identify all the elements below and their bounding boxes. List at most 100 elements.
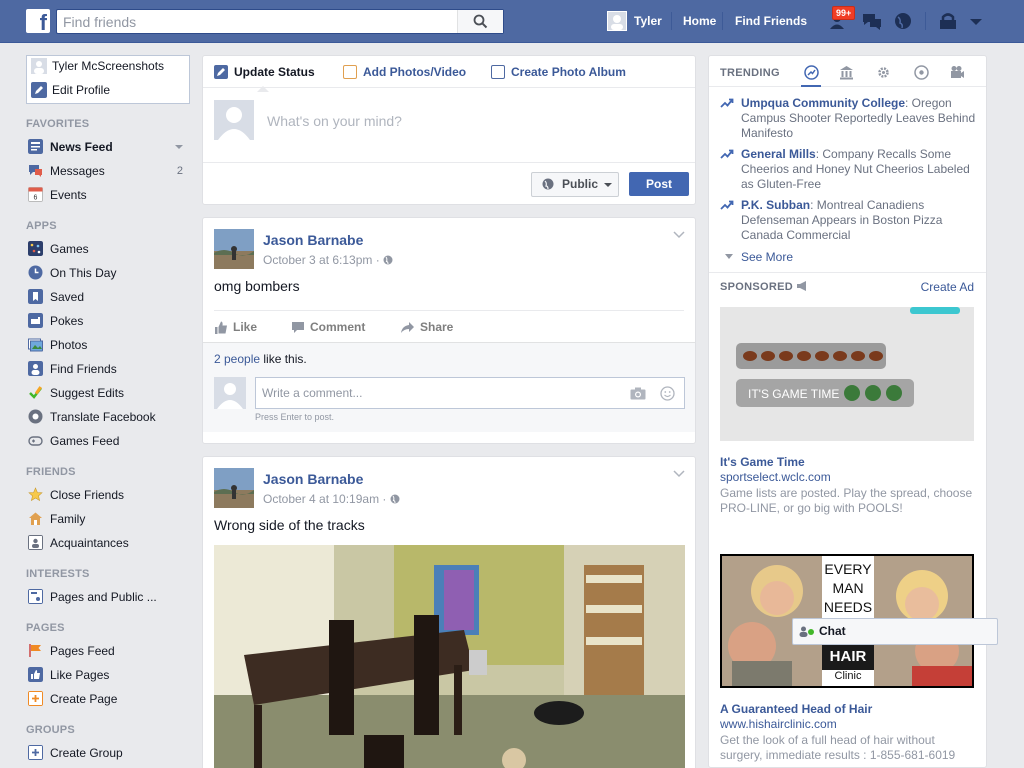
nav-profile-link[interactable]: Tyler <box>634 14 662 28</box>
ad-title[interactable]: A Guaranteed Head of Hair <box>720 702 872 716</box>
trending-item[interactable]: P.K. Subban: Montreal Canadiens Defensem… <box>720 198 978 243</box>
trending-arrow-icon <box>720 200 734 210</box>
favorites-heading: FAVORITES <box>26 118 90 130</box>
comment-button[interactable]: Comment <box>291 320 365 334</box>
trending-arrow-icon <box>720 149 734 159</box>
facebook-logo[interactable]: f <box>26 9 50 33</box>
create-ad-link[interactable]: Create Ad <box>921 280 974 294</box>
action-label: Comment <box>310 320 366 334</box>
sidebar-item-find-friends[interactable]: Find Friends <box>26 357 191 381</box>
chevron-down-icon[interactable] <box>673 470 685 478</box>
chevron-down-icon[interactable] <box>175 145 183 149</box>
sidebar-item-create-group[interactable]: Create Group <box>26 741 191 765</box>
ad-title[interactable]: It's Game Time <box>720 455 805 469</box>
trending-item[interactable]: Umpqua Community College: Oregon Campus … <box>720 96 978 141</box>
sidebar-item-on-this-day[interactable]: On This Day <box>26 261 191 285</box>
chat-tab[interactable]: Chat <box>792 618 998 645</box>
tab-update-status[interactable]: Update Status <box>214 65 315 79</box>
sidebar-item-photos[interactable]: Photos <box>26 333 191 357</box>
search-button[interactable] <box>457 10 503 33</box>
edit-profile-link[interactable]: Edit Profile <box>27 80 189 104</box>
find-friends-icon <box>28 361 43 376</box>
share-button[interactable]: Share <box>400 320 453 334</box>
sidebar-item-messages[interactable]: Messages 2 <box>26 159 191 183</box>
sidebar-item-pages-and-public[interactable]: Pages and Public ... <box>26 585 191 609</box>
post-button[interactable]: Post <box>629 172 689 196</box>
science-tech-icon[interactable] <box>876 65 891 80</box>
album-icon <box>491 65 505 79</box>
ad-image-text: NEEDS <box>823 599 873 615</box>
sidebar-item-label: Acquaintances <box>50 536 129 550</box>
author-name[interactable]: Jason Barnabe <box>263 232 363 248</box>
privacy-shortcuts-icon[interactable] <box>937 11 959 31</box>
trending-item[interactable]: General Mills: Company Recalls Some Chee… <box>720 147 978 192</box>
ad-url[interactable]: sportselect.wclc.com <box>720 470 831 484</box>
pages-feed-icon <box>28 589 43 604</box>
politics-icon[interactable] <box>839 65 854 80</box>
sidebar-item-pages-feed[interactable]: Pages Feed <box>26 639 191 663</box>
sidebar-item-like-pages[interactable]: Like Pages <box>26 663 191 687</box>
ad-image[interactable]: IT'S GAME TIME <box>720 307 974 441</box>
sidebar-item-label: News Feed <box>50 140 113 154</box>
messages-icon[interactable] <box>861 11 883 31</box>
author-name[interactable]: Jason Barnabe <box>263 471 363 487</box>
ad-url[interactable]: www.hishairclinic.com <box>720 717 837 731</box>
sponsored-heading: SPONSORED <box>720 281 808 293</box>
tab-divider <box>203 87 695 88</box>
tab-divider <box>709 86 986 87</box>
poke-icon <box>28 313 43 328</box>
post-timestamp[interactable]: October 4 at 10:19am · <box>263 492 400 506</box>
sidebar-item-pokes[interactable]: Pokes <box>26 309 191 333</box>
sidebar-item-close-friends[interactable]: Close Friends <box>26 483 191 507</box>
sidebar-item-acquaintances[interactable]: Acquaintances <box>26 531 191 555</box>
star-icon <box>28 487 43 502</box>
sponsored-label: SPONSORED <box>720 281 793 293</box>
pages-heading: PAGES <box>26 622 65 634</box>
nav-find-friends-link[interactable]: Find Friends <box>735 14 807 28</box>
likers-link[interactable]: 2 people <box>214 352 260 366</box>
sidebar-item-suggest-edits[interactable]: Suggest Edits <box>26 381 191 405</box>
sidebar-item-label: Suggest Edits <box>50 386 125 400</box>
nav-home-link[interactable]: Home <box>683 14 716 28</box>
sidebar-item-saved[interactable]: Saved <box>26 285 191 309</box>
sidebar-item-create-page[interactable]: Create Page <box>26 687 191 711</box>
tab-create-photo-album[interactable]: Create Photo Album <box>491 65 626 79</box>
author-avatar[interactable] <box>214 229 254 269</box>
sidebar-item-translate-facebook[interactable]: Translate Facebook <box>26 405 191 429</box>
search-input[interactable] <box>57 10 457 33</box>
trending-top-icon[interactable] <box>804 65 819 80</box>
sidebar-item-games-feed[interactable]: Games Feed <box>26 429 191 453</box>
pencil-icon <box>214 65 228 79</box>
left-sidebar: Tyler McScreenshots Edit Profile FAVORIT… <box>26 55 191 765</box>
sidebar-item-family[interactable]: Family <box>26 507 191 531</box>
see-more-link[interactable]: See More <box>725 250 793 264</box>
post-photo[interactable] <box>214 545 685 768</box>
user-avatar[interactable] <box>607 11 627 31</box>
trending-arrow-icon <box>720 98 734 108</box>
status-input[interactable]: What's on your mind? <box>267 113 402 129</box>
post-timestamp[interactable]: October 3 at 6:13pm · <box>263 253 393 267</box>
sports-icon[interactable] <box>914 65 929 80</box>
right-column: TRENDING Umpqua Community College: Orego… <box>708 55 987 768</box>
author-avatar[interactable] <box>214 468 254 508</box>
tab-add-photos-video[interactable]: Add Photos/Video <box>343 65 466 79</box>
sidebar-item-events[interactable]: 6 Events <box>26 183 191 207</box>
sidebar-item-news-feed[interactable]: News Feed <box>26 135 191 159</box>
ad-image-text: IT'S GAME TIME <box>748 387 840 401</box>
entertainment-icon[interactable] <box>950 65 965 80</box>
profile-link[interactable]: Tyler McScreenshots <box>27 56 189 80</box>
privacy-selector-button[interactable]: Public <box>531 172 619 197</box>
chevron-down-icon[interactable] <box>673 231 685 239</box>
camera-icon[interactable] <box>630 387 646 400</box>
account-menu-icon[interactable] <box>965 11 987 31</box>
sidebar-item-games[interactable]: Games <box>26 237 191 261</box>
globe-notifications-icon[interactable] <box>892 11 914 31</box>
edit-profile-label: Edit Profile <box>52 83 111 97</box>
comment-input[interactable]: Write a comment... <box>255 377 685 409</box>
like-button[interactable]: Like <box>214 320 257 334</box>
ad-image-text: MAN <box>832 580 864 596</box>
composer-avatar <box>214 100 254 140</box>
status-composer: Update Status Add Photos/Video Create Ph… <box>202 55 696 205</box>
post-feedback-area: 2 people like this. Write a comment... P… <box>203 342 695 432</box>
emoji-icon[interactable] <box>660 386 675 401</box>
